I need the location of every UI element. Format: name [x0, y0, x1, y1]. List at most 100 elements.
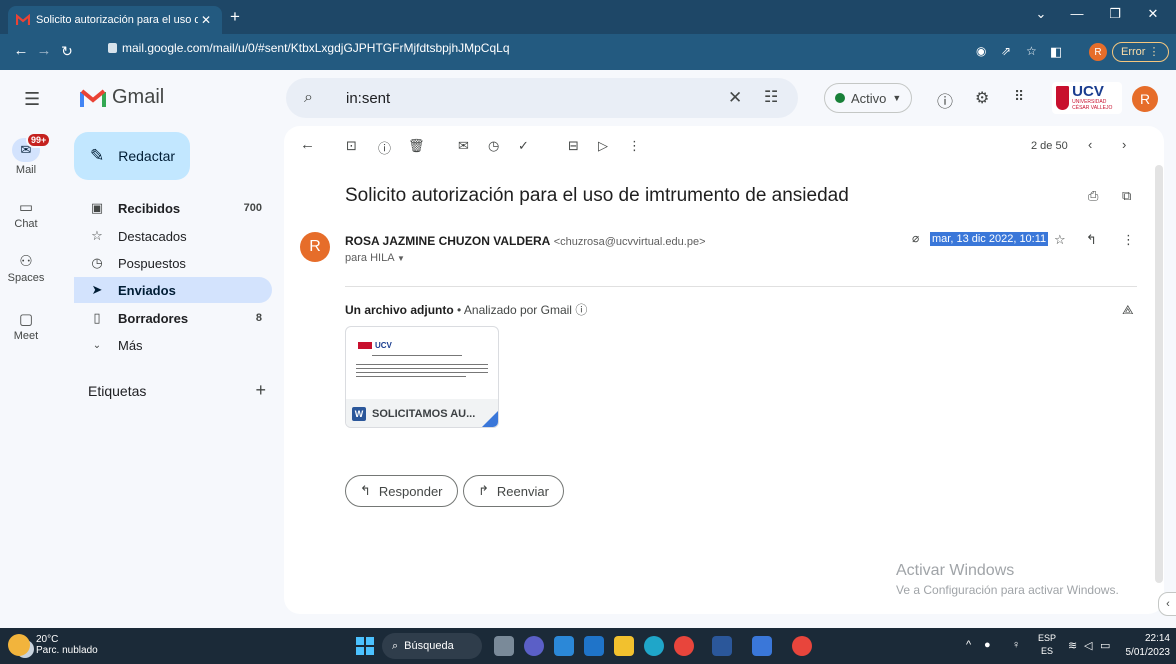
- rail-item-mail[interactable]: ✉ 99+ Mail: [0, 132, 52, 176]
- archive-icon[interactable]: ⊡: [346, 138, 357, 154]
- folder-more[interactable]: ⌄ Más: [74, 332, 272, 358]
- gmail-favicon-icon: [15, 13, 31, 26]
- reply-button[interactable]: ↰ Responder: [345, 475, 458, 507]
- zoom-icon[interactable]: [752, 636, 772, 656]
- rail-item-chat[interactable]: ▭ Chat: [0, 198, 52, 230]
- open-new-window-icon[interactable]: ⧉: [1122, 188, 1131, 204]
- settings-gear-icon[interactable]: ⚙: [975, 88, 989, 108]
- window-minimize-icon[interactable]: —: [1062, 6, 1092, 21]
- divider: [345, 286, 1137, 287]
- apps-grid-icon[interactable]: ⠿: [1014, 88, 1024, 105]
- help-icon[interactable]: ⓘ: [937, 88, 953, 112]
- info-icon[interactable]: ⓘ: [575, 303, 587, 317]
- system-clock[interactable]: 22:14 5/01/2023: [1112, 632, 1171, 660]
- search-icon[interactable]: ⌕: [304, 89, 313, 107]
- search-bar[interactable]: ⌕ ✕ ☷: [286, 78, 798, 118]
- sender-name: ROSA JAZMINE CHUZON VALDERA: [345, 234, 551, 248]
- search-options-icon[interactable]: ☷: [764, 87, 778, 107]
- microphone-icon[interactable]: ♀: [1012, 639, 1020, 651]
- store-icon[interactable]: [554, 636, 574, 656]
- wifi-icon[interactable]: ≋: [1068, 639, 1077, 652]
- attachment-preview: UCV: [346, 327, 498, 399]
- search-input[interactable]: [346, 88, 706, 108]
- clock-icon: ◷: [91, 255, 103, 270]
- window-collapse-icon[interactable]: ⌄: [1026, 6, 1056, 22]
- organization-logo[interactable]: UCV UNIVERSIDAD CÉSAR VALLEJO: [1052, 82, 1122, 114]
- battery-icon[interactable]: ▭: [1100, 639, 1110, 652]
- main-menu-icon[interactable]: ☰: [24, 89, 40, 110]
- folder-inbox[interactable]: ▣ Recibidos 700: [74, 195, 272, 221]
- forward-icon[interactable]: →: [33, 43, 55, 59]
- delete-icon[interactable]: 🗑: [408, 138, 425, 154]
- rail-label: Spaces: [7, 272, 45, 284]
- older-icon[interactable]: ›: [1122, 137, 1126, 152]
- bookmark-star-icon[interactable]: ☆: [1026, 44, 1037, 58]
- mark-unread-icon[interactable]: ✉: [458, 138, 469, 154]
- weather-widget[interactable]: 20°C Parc. nublado: [8, 634, 98, 656]
- eye-icon[interactable]: ◉: [976, 44, 986, 58]
- mail-app-icon[interactable]: [584, 636, 604, 656]
- window-restore-icon[interactable]: ❐: [1100, 6, 1130, 22]
- folder-snoozed[interactable]: ◷ Pospuestos: [74, 250, 272, 276]
- mail-icon: ✉ 99+: [12, 132, 52, 162]
- folder-label: Destacados: [118, 228, 187, 244]
- back-icon[interactable]: ←: [10, 43, 32, 59]
- star-message-icon[interactable]: ☆: [1054, 232, 1066, 248]
- clear-search-icon[interactable]: ✕: [728, 88, 742, 108]
- chrome-icon[interactable]: [674, 636, 694, 656]
- snooze-icon[interactable]: ◷: [488, 138, 499, 154]
- edge-icon[interactable]: [644, 636, 664, 656]
- window-close-icon[interactable]: ✕: [1138, 6, 1168, 22]
- unread-badge: 99+: [26, 132, 52, 148]
- word-app-icon[interactable]: [712, 636, 732, 656]
- browser-profile-avatar[interactable]: R: [1089, 43, 1107, 61]
- chevron-down-icon: ▼: [396, 254, 405, 263]
- language-indicator[interactable]: ESP ES: [1038, 632, 1056, 658]
- browser-tab[interactable]: Solicito autorización para el uso de ✕: [8, 6, 222, 34]
- gmail-logo[interactable]: Gmail: [80, 86, 164, 109]
- compose-button[interactable]: ✎ Redactar: [74, 132, 190, 180]
- add-label-icon[interactable]: +: [255, 381, 266, 399]
- task-view-icon[interactable]: [494, 636, 514, 656]
- rail-item-meet[interactable]: ▢ Meet: [0, 310, 52, 342]
- account-avatar[interactable]: R: [1132, 86, 1158, 112]
- error-button[interactable]: Error ⋮: [1112, 42, 1169, 62]
- taskbar-search[interactable]: ⌕ Búsqueda: [382, 633, 482, 659]
- move-to-icon[interactable]: ⊟: [568, 138, 579, 154]
- reload-icon[interactable]: ↻: [56, 43, 78, 59]
- weather-icon: [8, 634, 30, 656]
- message-more-icon[interactable]: ⋮: [1122, 232, 1135, 248]
- recipients-toggle[interactable]: para HILA ▼: [345, 252, 405, 264]
- side-panel-toggle-icon[interactable]: ‹: [1158, 592, 1176, 616]
- folder-sent[interactable]: ➤ Enviados: [74, 277, 272, 303]
- add-task-icon[interactable]: ✓: [518, 138, 529, 154]
- side-panel-icon[interactable]: ◧: [1050, 44, 1062, 60]
- tray-app-icon[interactable]: ●: [984, 639, 991, 651]
- address-bar[interactable]: mail.google.com/mail/u/0/#sent/KtbxLxgdj…: [108, 41, 510, 55]
- reply-icon[interactable]: ↰: [1086, 232, 1097, 248]
- label-icon[interactable]: ▷: [598, 138, 608, 154]
- scrollbar[interactable]: [1155, 165, 1163, 583]
- sender-avatar[interactable]: R: [300, 232, 330, 262]
- volume-icon[interactable]: ◁: [1084, 639, 1092, 652]
- forward-button[interactable]: ↱ Reenviar: [463, 475, 564, 507]
- status-selector[interactable]: Activo ▼: [824, 83, 913, 113]
- tray-overflow-icon[interactable]: ^: [966, 639, 971, 651]
- back-to-list-icon[interactable]: ←: [300, 136, 315, 153]
- start-button[interactable]: [356, 637, 374, 655]
- rail-item-spaces[interactable]: ⚇ Spaces: [0, 252, 52, 284]
- chrome-profile-icon[interactable]: [792, 636, 812, 656]
- report-spam-icon[interactable]: ⓘ: [378, 138, 391, 157]
- new-tab-button[interactable]: +: [230, 8, 240, 25]
- folder-starred[interactable]: ☆ Destacados: [74, 223, 272, 249]
- more-options-icon[interactable]: ⋮: [628, 138, 641, 154]
- file-explorer-icon[interactable]: [614, 636, 634, 656]
- attachment-card[interactable]: UCV W SOLICITAMOS AU...: [345, 326, 499, 428]
- tab-close-icon[interactable]: ✕: [198, 13, 214, 27]
- print-icon[interactable]: ⎙: [1088, 188, 1098, 204]
- newer-icon[interactable]: ‹: [1088, 137, 1092, 152]
- folder-drafts[interactable]: ▯ Borradores 8: [74, 305, 272, 331]
- teams-icon[interactable]: [524, 636, 544, 656]
- add-to-drive-icon[interactable]: ⟁: [1122, 302, 1134, 318]
- share-icon[interactable]: ⇗: [1001, 44, 1011, 58]
